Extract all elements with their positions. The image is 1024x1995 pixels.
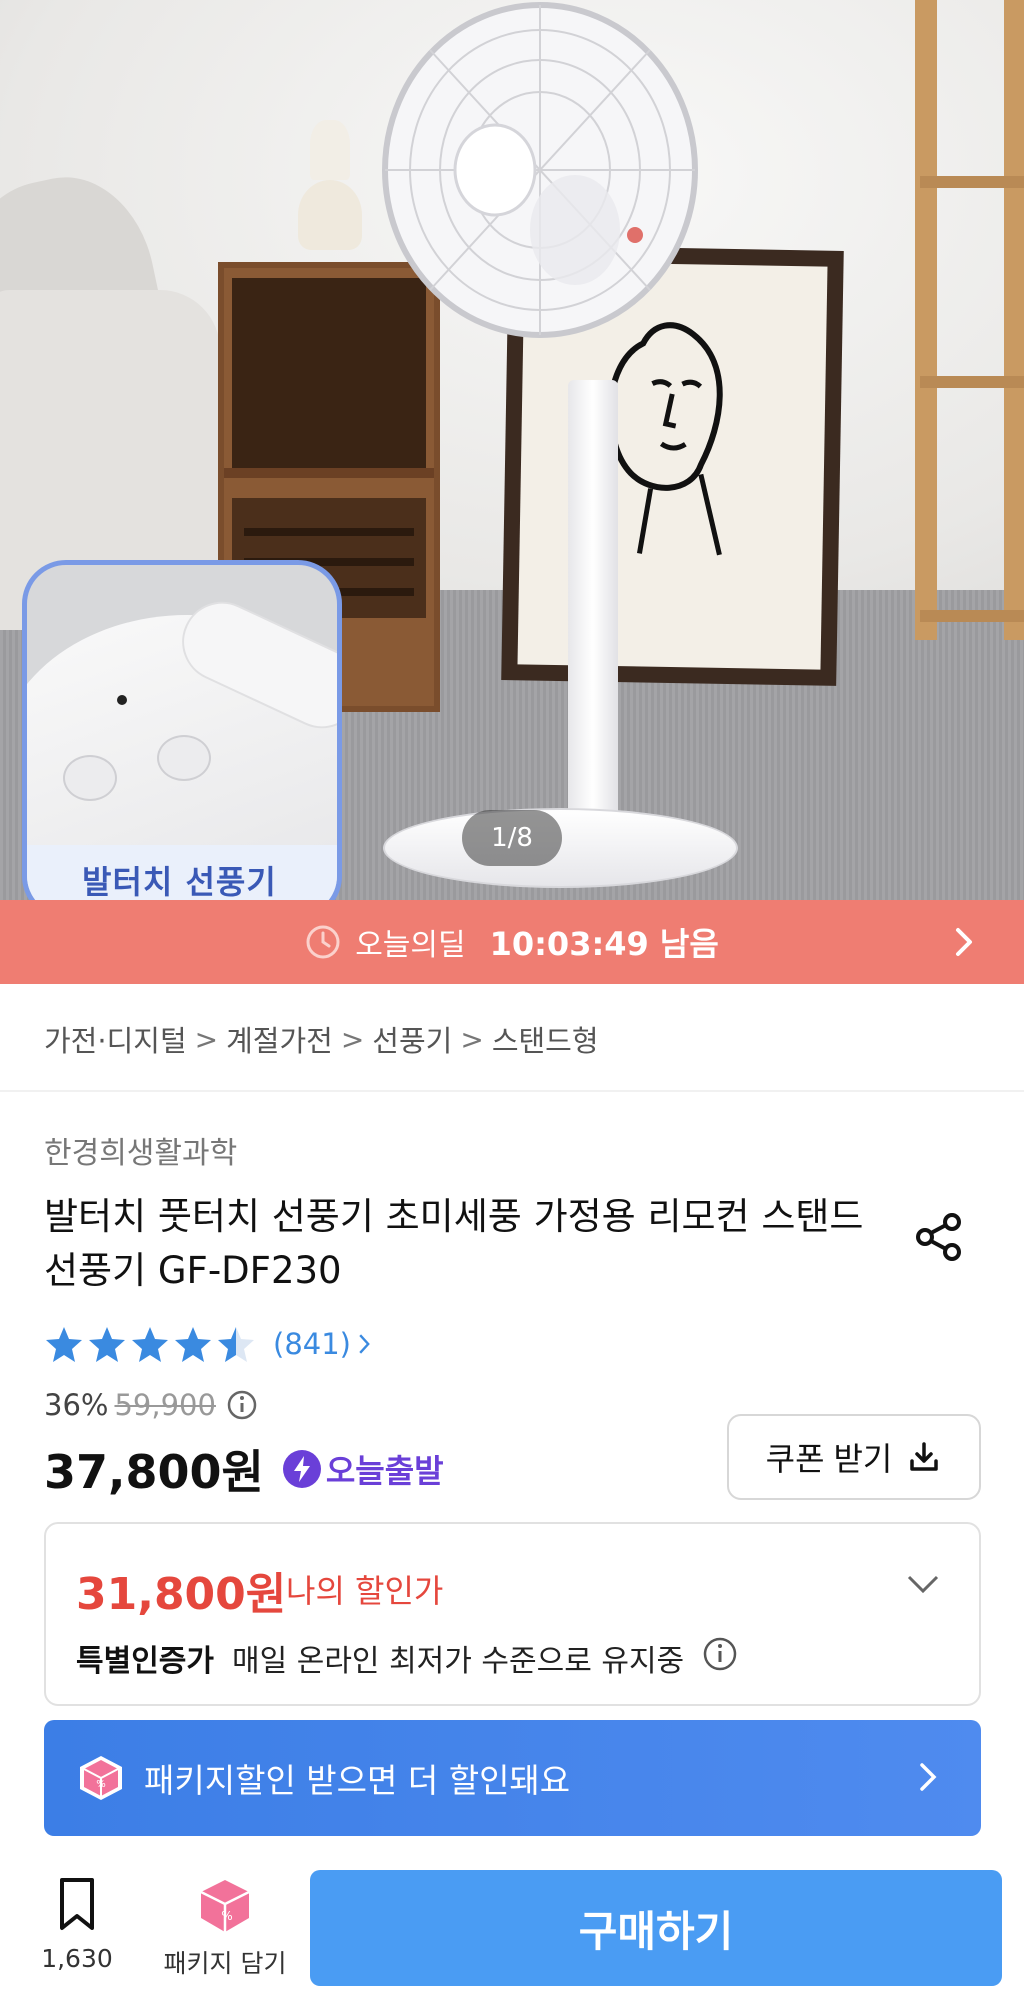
todays-deal-bar[interactable]: 오늘의딜 10:03:49 남음 (0, 900, 1024, 984)
my-discount-price: 31,800원 (76, 1569, 287, 1620)
svg-text:%: % (96, 1779, 106, 1790)
info-icon[interactable] (226, 1389, 258, 1421)
star-icon (89, 1327, 125, 1362)
package-banner-text: 패키지할인 받으면 더 할인돼요 (144, 1761, 571, 1800)
discount-info: 36% 59,900 (44, 1388, 258, 1422)
fan-base (383, 808, 738, 888)
star-icon (132, 1327, 168, 1362)
fan-pole (568, 380, 618, 840)
info-icon[interactable] (702, 1636, 738, 1672)
add-to-package-button[interactable]: % 패키지 담기 (150, 1876, 300, 1980)
buy-button[interactable]: 구매하기 (310, 1870, 1002, 1986)
sale-price: 37,800원 (44, 1445, 264, 1499)
half-star-icon (218, 1327, 254, 1362)
deal-label: 오늘의딜 (355, 928, 466, 963)
chevron-right-icon (920, 1763, 937, 1791)
get-coupon-button[interactable]: 쿠폰 받기 (727, 1414, 981, 1500)
breadcrumb-item[interactable]: 계절가전 (226, 1018, 333, 1060)
package-box-icon: % (80, 1756, 122, 1800)
my-discount-label: 나의 할인가 (286, 1572, 444, 1610)
package-box-icon: % (200, 1880, 250, 1932)
original-price: 59,900 (114, 1388, 216, 1422)
product-image-gallery[interactable]: 발터치 선풍기 1/8 (0, 0, 1024, 900)
bookmark-icon (60, 1878, 94, 1930)
coupon-label: 쿠폰 받기 (765, 1441, 893, 1477)
review-count[interactable]: (841) (273, 1327, 351, 1361)
package-discount-banner[interactable]: % 패키지할인 받으면 더 할인돼요 (44, 1720, 981, 1836)
shelf-post (1004, 0, 1024, 640)
share-icon[interactable] (912, 1210, 966, 1264)
bookmark-button[interactable]: 1,630 (36, 1876, 118, 1973)
deal-countdown: 10:03:49 남음 (489, 925, 719, 963)
breadcrumb-separator: > (460, 1022, 484, 1056)
fan-head (382, 2, 698, 338)
clock-icon (306, 925, 340, 959)
lamp (310, 120, 350, 180)
price-row: 37,800원 오늘출발 (44, 1436, 444, 1502)
thumbnail-label: 발터치 선풍기 (82, 863, 277, 900)
chevron-right-icon (359, 1334, 370, 1354)
breadcrumb-item[interactable]: 스탠드형 (492, 1018, 599, 1060)
bookmark-count: 1,630 (41, 1944, 113, 1973)
download-icon (910, 1442, 939, 1471)
my-discount-price-box[interactable]: 31,800원 나의 할인가 특별인증가 매일 온라인 최저가 수준으로 유지중 (44, 1522, 981, 1706)
lamp-base (298, 180, 362, 250)
chevron-down-icon[interactable] (903, 1564, 943, 1604)
image-counter: 1/8 (462, 810, 562, 866)
footswitch-detail-thumbnail: 발터치 선풍기 (22, 560, 342, 900)
package-add-label: 패키지 담기 (163, 1949, 287, 1978)
divider (0, 1090, 1024, 1092)
breadcrumb-separator: > (340, 1022, 365, 1056)
shelf-post (915, 0, 937, 640)
chevron-right-icon (956, 928, 972, 956)
rating-summary[interactable]: (841) (44, 1320, 373, 1368)
special-price-title: 특별인증가 (76, 1644, 214, 1679)
special-price-description: 매일 온라인 최저가 수준으로 유지중 (232, 1644, 685, 1679)
breadcrumb-separator: > (194, 1022, 219, 1056)
star-icon (175, 1327, 211, 1362)
product-title: 발터치 풋터치 선풍기 초미세풍 가정용 리모컨 스탠드선풍기 GF-DF230 (44, 1195, 864, 1292)
svg-text:%: % (221, 1909, 232, 1923)
breadcrumb: 가전·디지털 > 계절가전 > 선풍기 > 스탠드형 (44, 1014, 599, 1064)
bolt-icon (282, 1450, 321, 1488)
discount-rate: 36% (44, 1388, 109, 1422)
breadcrumb-item[interactable]: 가전·디지털 (44, 1018, 187, 1060)
today-shipping-badge: 오늘출발 (325, 1452, 444, 1490)
star-icon (46, 1327, 82, 1362)
breadcrumb-item[interactable]: 선풍기 (372, 1018, 452, 1060)
brand-name[interactable]: 한경희생활과학 (44, 1128, 237, 1172)
